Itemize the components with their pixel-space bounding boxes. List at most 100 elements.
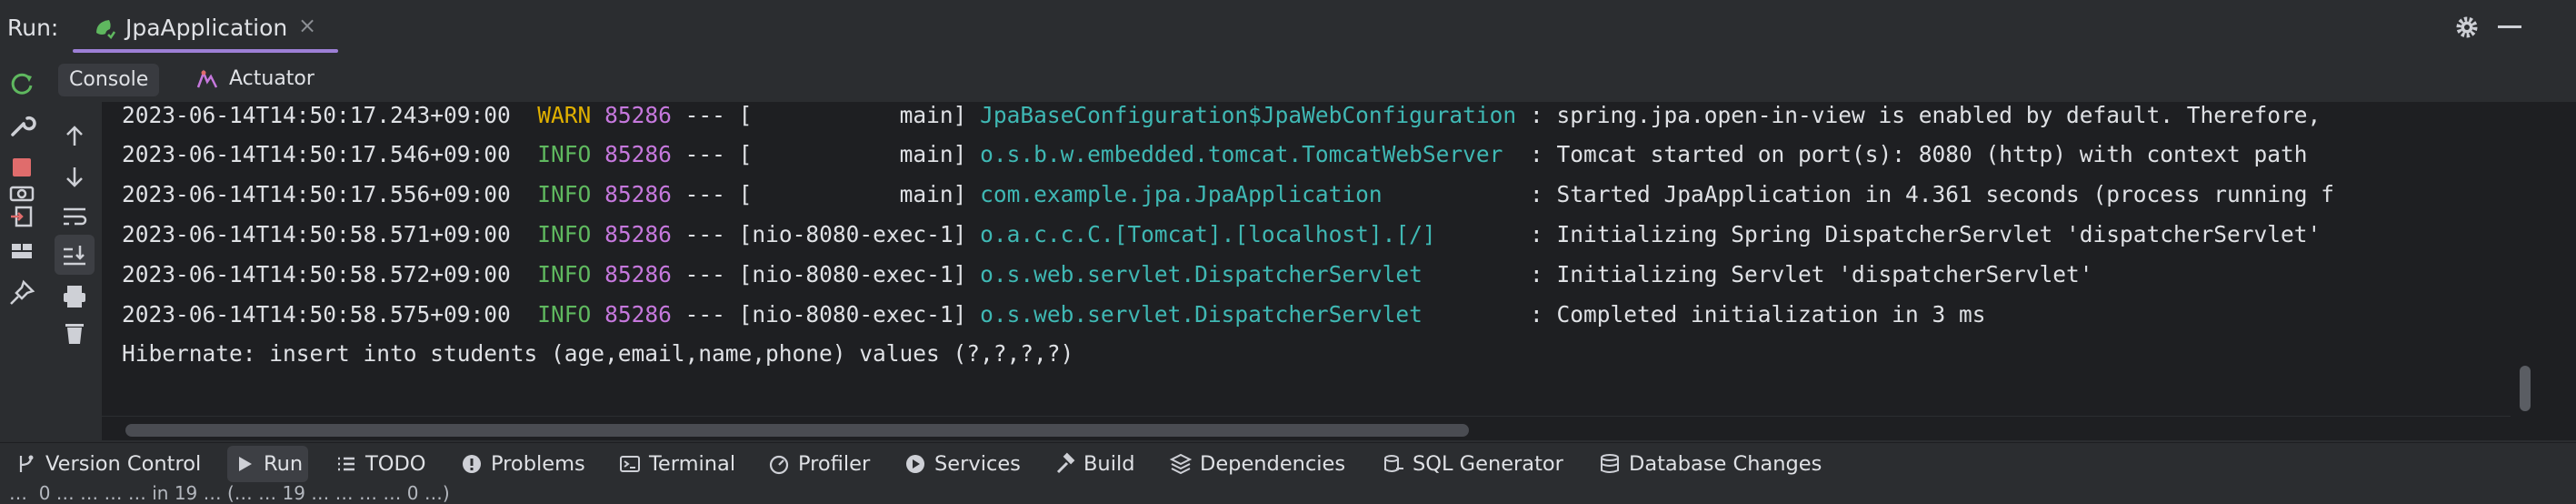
log-line: 2023-06-14T14:50:58.571+09:00 INFO 85286… [122, 221, 2321, 247]
tool-terminal[interactable]: Terminal [613, 446, 741, 482]
log-message: : spring.jpa.open-in-view is enabled by … [1529, 102, 2321, 128]
layout-icon[interactable] [5, 235, 38, 267]
log-level: INFO [537, 141, 592, 167]
tool-label: Run [264, 452, 304, 476]
tool-problems[interactable]: Problems [454, 446, 591, 482]
tab-console[interactable]: Console [58, 64, 160, 96]
log-thread: [nio-8080-exec-1] [738, 221, 967, 247]
log-message: : Tomcat started on port(s): 8080 (http)… [1529, 141, 2308, 167]
alert-icon [463, 455, 481, 473]
log-timestamp: 2023-06-14T14:50:17.243+09:00 [122, 102, 511, 128]
soft-wrap-icon[interactable] [58, 200, 91, 233]
profiler-icon [769, 455, 789, 475]
tool-label: Problems [491, 452, 585, 476]
log-message: : Completed initialization in 3 ms [1529, 301, 1986, 328]
tab-console-label: Console [69, 68, 149, 91]
tool-label: Dependencies [1200, 452, 1346, 476]
tool-label: Terminal [649, 452, 736, 476]
log-level: INFO [537, 261, 592, 287]
gear-icon[interactable] [2454, 15, 2480, 40]
tool-label: Build [1083, 452, 1135, 476]
terminal-icon [620, 456, 640, 472]
log-timestamp: 2023-06-14T14:50:58.575+09:00 [122, 301, 511, 328]
tool-profiler[interactable]: Profiler [762, 446, 875, 482]
run-panel-label: Run: [7, 15, 59, 41]
log-logger[interactable]: o.s.web.servlet.DispatcherServlet [980, 261, 1423, 287]
log-level: INFO [537, 301, 592, 328]
tool-dependencies[interactable]: Dependencies [1163, 446, 1351, 482]
hammer-icon [1056, 452, 1075, 474]
scroll-to-end-icon[interactable] [58, 238, 91, 271]
log-line: 2023-06-14T14:50:17.243+09:00 WARN 85286… [122, 102, 2321, 128]
log-logger[interactable]: com.example.jpa.JpaApplication [980, 181, 1383, 207]
log-line: 2023-06-14T14:50:58.575+09:00 INFO 85286… [122, 301, 1985, 328]
log-separator: --- [684, 301, 725, 328]
trash-icon[interactable] [58, 317, 91, 349]
log-timestamp: 2023-06-14T14:50:58.571+09:00 [122, 221, 511, 247]
log-thread: [ main] [738, 181, 967, 207]
log-timestamp: 2023-06-14T14:50:58.572+09:00 [122, 261, 511, 287]
log-separator: --- [684, 261, 725, 287]
tool-sql-generator[interactable]: SQL Generator [1376, 446, 1569, 482]
pin-icon[interactable] [5, 277, 38, 309]
horizontal-scroll-thumb[interactable] [125, 424, 1469, 437]
tool-version-control[interactable]: Version Control [9, 446, 206, 482]
rerun-icon[interactable] [5, 67, 38, 100]
log-pid: 85286 [604, 141, 672, 167]
actuator-icon [196, 69, 218, 88]
console-output[interactable]: 2023-06-14T14:50:17.243+09:00 WARN 85286… [102, 102, 2511, 416]
log-message: : Initializing Servlet 'dispatcherServle… [1529, 261, 2093, 287]
log-line: 2023-06-14T14:50:17.556+09:00 INFO 85286… [122, 181, 2334, 207]
console-toolbar [55, 102, 98, 438]
vertical-scroll-thumb[interactable] [2520, 366, 2531, 411]
log-message: : Initializing Spring DispatcherServlet … [1529, 221, 2321, 247]
log-timestamp: 2023-06-14T14:50:17.546+09:00 [122, 141, 511, 167]
sql-generator-icon [1384, 455, 1403, 472]
tool-todo[interactable]: TODO [329, 446, 432, 482]
log-pid: 85286 [604, 261, 672, 287]
print-icon[interactable] [58, 280, 91, 313]
close-icon[interactable]: × [298, 13, 316, 38]
tool-build[interactable]: Build [1047, 446, 1140, 482]
tool-services[interactable]: Services [898, 446, 1026, 482]
log-level: INFO [537, 221, 592, 247]
dependencies-icon [1169, 453, 1193, 475]
tool-label: SQL Generator [1413, 452, 1563, 476]
log-thread: [ main] [738, 102, 967, 128]
log-line: 2023-06-14T14:50:58.572+09:00 INFO 85286… [122, 261, 2092, 287]
log-logger[interactable]: o.s.b.w.embedded.tomcat.TomcatWebServer [980, 141, 1503, 167]
up-arrow-icon[interactable] [58, 120, 91, 153]
tool-label: Database Changes [1629, 452, 1822, 476]
tab-actuator[interactable]: Actuator [229, 66, 315, 93]
play-icon [239, 457, 252, 471]
log-pid: 85286 [604, 102, 672, 128]
log-message: : Started JpaApplication in 4.361 second… [1529, 181, 2334, 207]
exit-icon[interactable] [5, 200, 38, 233]
wrench-icon[interactable] [5, 109, 38, 142]
run-tab-title: JpaApplication [125, 15, 288, 41]
down-arrow-icon[interactable] [58, 160, 91, 193]
log-level: INFO [537, 181, 592, 207]
log-thread: [nio-8080-exec-1] [738, 261, 967, 287]
tool-run[interactable]: Run [227, 446, 309, 482]
log-level: WARN [537, 102, 592, 128]
log-logger[interactable]: o.a.c.c.C.[Tomcat].[localhost].[/] [980, 221, 1436, 247]
log-pid: 85286 [604, 181, 672, 207]
log-pid: 85286 [604, 221, 672, 247]
run-panel-header [0, 0, 2576, 56]
database-icon [1601, 454, 1619, 473]
log-separator: --- [684, 141, 725, 167]
log-separator: --- [684, 181, 725, 207]
run-toolbar [0, 56, 44, 438]
hibernate-sql-line: Hibernate: insert into students (age,ema… [122, 340, 1074, 367]
log-separator: --- [684, 102, 725, 128]
minimize-icon[interactable] [2498, 25, 2521, 28]
log-logger[interactable]: o.s.web.servlet.DispatcherServlet [980, 301, 1423, 328]
log-line: 2023-06-14T14:50:17.546+09:00 INFO 85286… [122, 141, 2307, 167]
log-logger[interactable]: JpaBaseConfiguration$JpaWebConfiguration [980, 102, 1516, 128]
log-thread: [nio-8080-exec-1] [738, 301, 967, 328]
tool-database-changes[interactable]: Database Changes [1593, 446, 1827, 482]
console-tab-bar [47, 56, 2576, 102]
active-tab-indicator [73, 49, 338, 53]
services-icon [906, 455, 924, 473]
